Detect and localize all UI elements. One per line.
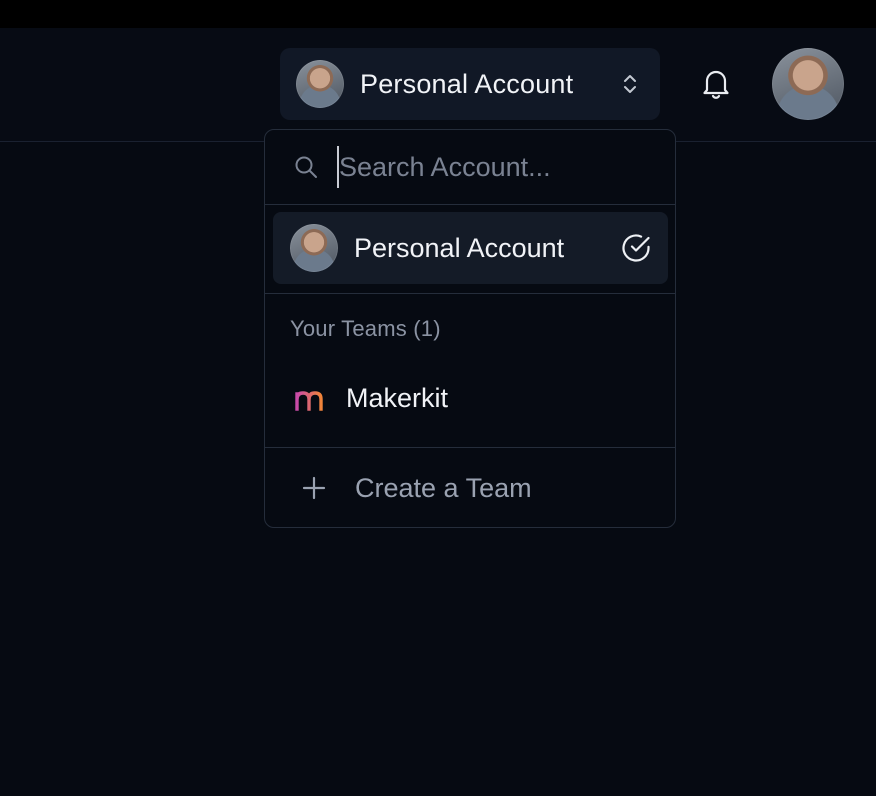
teams-group-label: Your Teams (1) <box>290 316 441 341</box>
team-option-label: Makerkit <box>346 382 449 413</box>
create-team-label: Create a Team <box>355 472 532 503</box>
personal-avatar <box>290 224 338 272</box>
user-avatar[interactable] <box>772 48 844 120</box>
search-account-input[interactable] <box>337 146 659 188</box>
account-switcher-button[interactable]: Personal Account <box>280 48 660 120</box>
personal-avatar <box>296 60 344 108</box>
account-option-personal[interactable]: Personal Account <box>273 212 668 284</box>
app-header: Personal Account <box>0 28 876 142</box>
makerkit-logo <box>295 391 323 411</box>
chevrons-up-down-icon <box>624 75 636 93</box>
account-dropdown: Personal Account Your Teams (1) Makerkit… <box>264 129 676 528</box>
bell-icon[interactable] <box>700 66 732 100</box>
check-circle-icon <box>622 234 650 262</box>
plus-icon <box>302 476 326 500</box>
create-team-button[interactable]: Create a Team <box>273 453 668 523</box>
team-option-makerkit[interactable]: Makerkit <box>273 362 668 434</box>
top-strip <box>0 0 876 28</box>
divider <box>265 293 675 294</box>
account-switcher-label: Personal Account <box>360 68 574 99</box>
search-row <box>265 130 675 205</box>
divider <box>265 447 675 448</box>
search-icon <box>295 156 317 178</box>
account-option-label: Personal Account <box>354 232 565 263</box>
